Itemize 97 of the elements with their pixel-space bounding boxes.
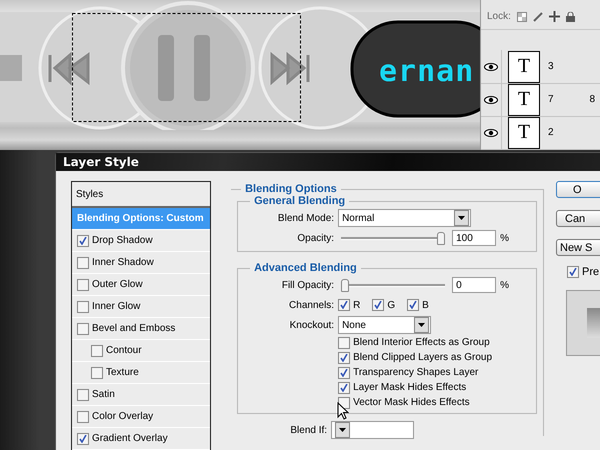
text-layer-thumbnail: T bbox=[508, 84, 540, 116]
dropdown-caret-icon[interactable] bbox=[454, 210, 470, 226]
style-item[interactable]: Texture bbox=[72, 362, 210, 384]
checkbox[interactable] bbox=[338, 366, 350, 378]
style-item[interactable]: Inner Shadow bbox=[72, 252, 210, 274]
layer-row[interactable]: T 2 bbox=[481, 116, 600, 150]
eye-icon[interactable] bbox=[484, 128, 498, 137]
dialog-button[interactable]: Can bbox=[556, 210, 600, 227]
text-layer-thumbnail: T bbox=[508, 116, 540, 149]
checkbox[interactable] bbox=[77, 432, 89, 444]
style-item[interactable]: Color Overlay bbox=[72, 406, 210, 428]
style-item[interactable]: Contour bbox=[72, 340, 210, 362]
field-label: Channels: bbox=[288, 300, 334, 310]
checkbox[interactable] bbox=[77, 278, 89, 290]
dropdown-caret-icon[interactable] bbox=[414, 317, 430, 333]
layer-name: 7 bbox=[548, 94, 555, 106]
eye-icon[interactable] bbox=[484, 96, 498, 104]
style-label: Satin bbox=[92, 389, 115, 400]
lock-label: Lock: bbox=[487, 11, 511, 22]
checkbox[interactable] bbox=[338, 336, 350, 348]
display-text: ernan bbox=[379, 54, 474, 89]
checkbox[interactable] bbox=[77, 256, 89, 268]
checkbox-label: Pre bbox=[582, 266, 600, 278]
layer-name: 2 bbox=[548, 127, 555, 138]
style-label: Gradient Overlay bbox=[92, 433, 168, 444]
fill-opacity-field[interactable]: 0 bbox=[452, 277, 496, 293]
text-layer-thumbnail: T bbox=[508, 50, 540, 83]
move-icon[interactable] bbox=[548, 11, 560, 22]
checkbox-label: Layer Mask Hides Effects bbox=[353, 382, 466, 393]
checkbox[interactable] bbox=[91, 366, 103, 378]
field-label: Knockout: bbox=[288, 320, 334, 330]
unit-label: % bbox=[500, 232, 509, 244]
check-icon bbox=[79, 434, 87, 442]
layer-name: 3 bbox=[548, 61, 555, 72]
style-label: Texture bbox=[106, 367, 139, 378]
checkbox-label: G bbox=[387, 300, 396, 310]
knockout-dropdown[interactable]: None bbox=[338, 316, 432, 334]
checkbox-label: Blend Interior Effects as Group bbox=[353, 337, 490, 348]
eye-icon[interactable] bbox=[484, 62, 498, 71]
lock-icon[interactable] bbox=[566, 12, 575, 22]
style-label: Color Overlay bbox=[92, 411, 154, 422]
check-icon bbox=[79, 236, 87, 244]
checkbox[interactable] bbox=[77, 322, 89, 334]
checkbox[interactable] bbox=[567, 266, 579, 278]
unit-label: % bbox=[500, 280, 509, 290]
check-icon bbox=[569, 268, 577, 276]
checkbox-label: Blend Clipped Layers as Group bbox=[353, 352, 492, 363]
group-title: Advanced Blending bbox=[253, 262, 358, 274]
style-item[interactable]: Inner Glow bbox=[72, 296, 210, 318]
layer-text: 8 bbox=[589, 94, 595, 106]
blend-mode-dropdown[interactable]: Normal bbox=[338, 209, 472, 227]
field-label: Opacity: bbox=[296, 232, 334, 244]
checkbox[interactable] bbox=[407, 299, 420, 311]
dropdown-caret-icon[interactable] bbox=[335, 422, 350, 438]
group-title: General Blending bbox=[253, 195, 346, 207]
group-title: Blending Options bbox=[244, 183, 338, 195]
style-item[interactable]: Outer Glow bbox=[72, 274, 210, 296]
dialog-button[interactable]: O bbox=[556, 181, 600, 198]
check-icon bbox=[409, 301, 418, 309]
checkbox-label: Vector Mask Hides Effects bbox=[353, 397, 470, 408]
check-icon bbox=[374, 301, 382, 309]
checkbox[interactable] bbox=[91, 344, 103, 356]
style-label: Contour bbox=[106, 345, 142, 356]
style-label: Bevel and Emboss bbox=[92, 323, 176, 334]
layer-row[interactable]: T 3 bbox=[481, 50, 600, 84]
style-label: Inner Glow bbox=[92, 301, 140, 312]
checkbox[interactable] bbox=[372, 299, 384, 311]
style-item[interactable]: Bevel and Emboss bbox=[72, 318, 210, 340]
checkbox[interactable] bbox=[338, 352, 350, 364]
checkbox[interactable] bbox=[338, 299, 350, 311]
slider-thumb[interactable] bbox=[437, 232, 446, 244]
checkbox[interactable] bbox=[77, 410, 89, 422]
dialog-button[interactable]: New S bbox=[556, 239, 600, 256]
window-title: Layer Style bbox=[63, 155, 139, 169]
style-label: Outer Glow bbox=[92, 279, 143, 290]
opacity-field[interactable]: 100 bbox=[452, 230, 496, 246]
checkbox[interactable] bbox=[77, 388, 89, 400]
field-label: Fill Opacity: bbox=[280, 280, 334, 290]
checkbox-label: Transparency Shapes Layer bbox=[353, 367, 478, 378]
style-label: Drop Shadow bbox=[92, 235, 153, 246]
checkbox[interactable] bbox=[77, 234, 89, 246]
pointer-icon bbox=[337, 402, 349, 420]
style-item[interactable]: Satin bbox=[72, 384, 210, 406]
transparency-lock-icon[interactable] bbox=[516, 12, 527, 22]
field-label: Blend If: bbox=[289, 424, 328, 436]
layer-row[interactable]: T 7 8 bbox=[481, 84, 600, 117]
checkbox-label: R bbox=[353, 300, 360, 310]
checkbox[interactable] bbox=[77, 300, 89, 312]
style-item[interactable]: Drop Shadow bbox=[72, 230, 210, 252]
field-label: Blend Mode: bbox=[276, 212, 334, 224]
slider-thumb[interactable] bbox=[341, 278, 350, 292]
style-item[interactable]: Gradient Overlay bbox=[72, 428, 210, 450]
checkbox-label: B bbox=[422, 300, 429, 310]
brush-icon[interactable] bbox=[532, 12, 543, 22]
checkbox[interactable] bbox=[338, 382, 350, 394]
style-label: Inner Shadow bbox=[92, 257, 154, 268]
check-icon bbox=[340, 301, 348, 309]
